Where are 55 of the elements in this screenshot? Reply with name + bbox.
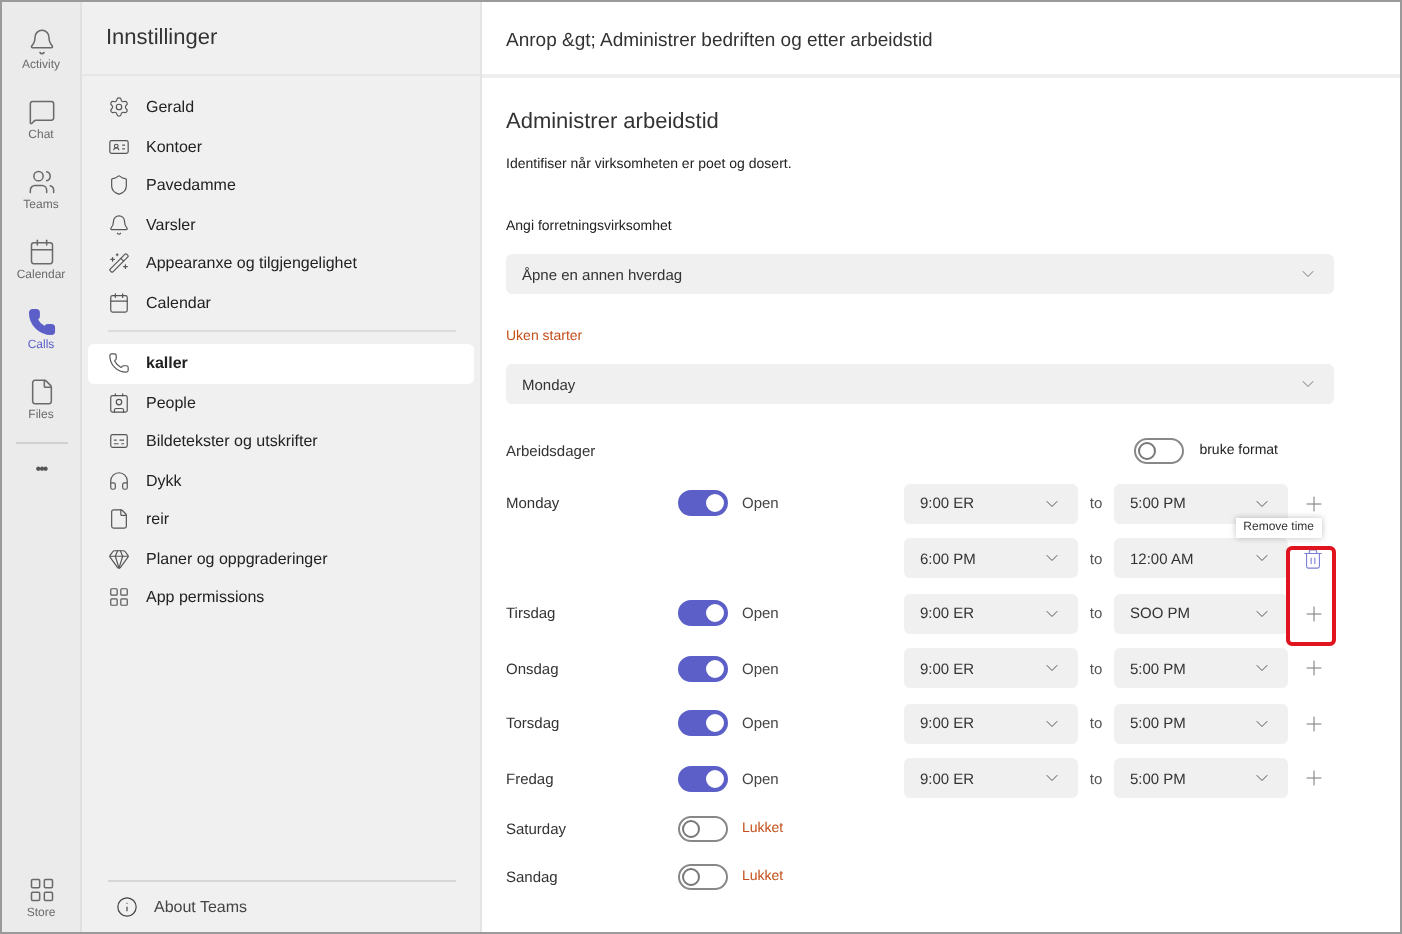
about-link[interactable]: About Teams [108, 880, 456, 932]
sidebar-title: Innstillinger [106, 26, 218, 50]
highlight-frame [1286, 546, 1336, 646]
people-icon [27, 167, 55, 195]
sidebar-item[interactable]: Appearanxe og tilgjengelighet [88, 244, 474, 283]
toggle-switch[interactable] [678, 655, 728, 682]
section-heading: Administrer arbeidstid [506, 110, 721, 134]
toggle-switch[interactable] [1133, 437, 1184, 463]
calendar-icon [27, 237, 55, 265]
plus-icon [1302, 656, 1326, 681]
plus-icon [1302, 711, 1326, 736]
wand-icon [108, 252, 130, 275]
sidebar-item[interactable]: reir [88, 500, 474, 539]
gem-icon [108, 547, 130, 570]
breadcrumb: Anrop &gt; Administrer bedriften og etter arbeidstid [506, 30, 933, 52]
sidebar-item[interactable]: Pavedamme [88, 166, 474, 205]
sidebar-item[interactable]: Gerald [88, 88, 474, 127]
headset-icon [108, 469, 130, 492]
toggle-switch[interactable] [678, 765, 728, 792]
toggle-switch[interactable] [678, 863, 728, 890]
chat-icon [27, 97, 55, 125]
captions-icon [108, 430, 130, 453]
calendar-icon [108, 291, 130, 314]
toggle-switch[interactable] [678, 710, 728, 737]
settings-icon [108, 96, 130, 119]
sidebar-item[interactable]: Dykk [88, 461, 474, 500]
sidebar-item[interactable]: Planer og oppgraderinger [88, 539, 474, 578]
shield-icon [108, 174, 130, 197]
sidebar-item[interactable]: App permissions [88, 578, 474, 617]
apps-icon [108, 586, 130, 609]
toggle-switch[interactable] [678, 490, 728, 517]
plus-icon [1302, 766, 1326, 791]
info-icon [116, 896, 138, 918]
sidebar-item[interactable]: kaller [88, 344, 474, 383]
sidebar-item[interactable]: Calendar [88, 283, 474, 322]
apps-icon [27, 875, 55, 903]
plus-icon [1302, 601, 1326, 626]
id-card-icon [108, 135, 130, 158]
phone-icon [27, 307, 55, 335]
file-icon [108, 508, 130, 531]
more-button[interactable]: ••• [35, 460, 47, 478]
sidebar-item[interactable]: Kontoer [88, 127, 474, 166]
sidebar-item[interactable]: Varsler [88, 205, 474, 244]
trash-icon [1302, 547, 1324, 570]
bell-icon [108, 213, 130, 236]
toggle-switch[interactable] [678, 600, 728, 627]
phone-icon [108, 352, 130, 375]
bell-icon [27, 27, 55, 55]
sidebar-item[interactable]: Bildetekster og utskrifter [88, 422, 474, 461]
contact-icon [108, 391, 130, 414]
toggle-switch[interactable] [678, 816, 728, 843]
remove-time-button[interactable] [1302, 547, 1324, 570]
file-icon [27, 377, 55, 405]
plus-icon [1302, 491, 1326, 516]
sidebar-item[interactable]: People [88, 383, 474, 422]
